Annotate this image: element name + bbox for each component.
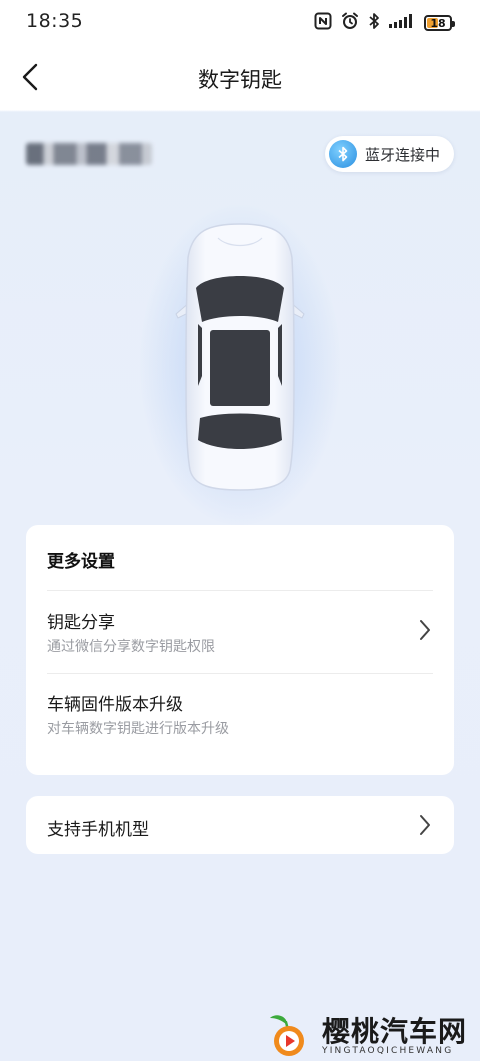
supported-phones-title: 支持手机机型 (47, 820, 149, 840)
bluetooth-icon (328, 140, 357, 168)
status-time: 18:35 (26, 10, 84, 32)
supported-phones-row[interactable]: 支持手机机型 (26, 796, 454, 854)
watermark-subtitle: YINGTAOQICHEWANG (322, 1046, 454, 1056)
digital-key-page: 18:35 18 数字钥匙 蓝牙连接中 更多设置 钥匙分享 通过微信分享数字钥匙… (0, 0, 480, 1061)
bluetooth-icon (368, 12, 380, 34)
battery-icon: 18 (424, 15, 455, 31)
watermark-name: 樱桃汽车网 (322, 1015, 468, 1048)
nfc-icon (314, 12, 332, 34)
firmware-upgrade-title: 车辆固件版本升级 (47, 695, 183, 715)
cherry-logo-icon (264, 1010, 312, 1058)
battery-level: 18 (430, 16, 446, 30)
chevron-right-icon (418, 814, 432, 836)
section-title-more-settings: 更多设置 (47, 552, 115, 572)
license-plate-blurred (26, 143, 152, 165)
page-title: 数字钥匙 (198, 68, 282, 92)
firmware-upgrade-subtitle: 对车辆数字钥匙进行版本升级 (47, 721, 229, 737)
key-share-title: 钥匙分享 (47, 613, 115, 633)
watermark: 樱桃汽车网 YINGTAOQICHEWANG (264, 1008, 474, 1060)
more-settings-card: 更多设置 钥匙分享 通过微信分享数字钥匙权限 车辆固件版本升级 对车辆数字钥匙进… (26, 525, 454, 775)
bluetooth-status-badge: 蓝牙连接中 (324, 136, 454, 172)
alarm-icon (341, 12, 359, 34)
firmware-upgrade-row[interactable]: 车辆固件版本升级 对车辆数字钥匙进行版本升级 (26, 674, 454, 756)
car-top-view-image (168, 218, 312, 494)
key-share-row[interactable]: 钥匙分享 通过微信分享数字钥匙权限 (26, 591, 454, 673)
key-share-subtitle: 通过微信分享数字钥匙权限 (47, 639, 215, 655)
chevron-right-icon (418, 619, 432, 641)
status-bar: 18:35 18 (0, 0, 480, 48)
bluetooth-status-text: 蓝牙连接中 (364, 145, 440, 164)
status-icons: 18 (314, 12, 455, 34)
signal-icon (389, 13, 415, 33)
header: 数字钥匙 (0, 48, 480, 110)
